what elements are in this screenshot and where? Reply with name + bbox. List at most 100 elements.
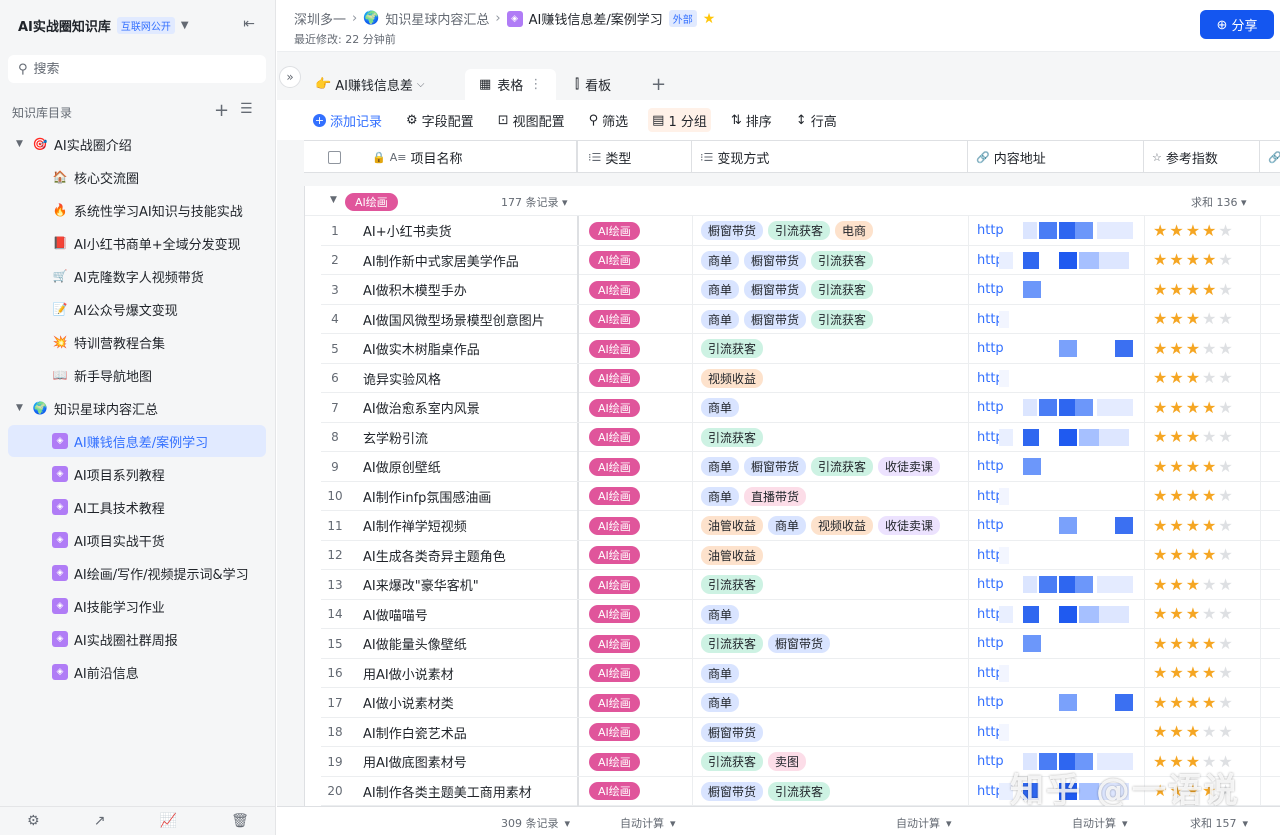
rating-star-icon[interactable]: ★ bbox=[1169, 724, 1183, 740]
cell-type[interactable]: AI绘画 bbox=[581, 511, 693, 540]
cell-url[interactable]: http bbox=[969, 304, 1145, 334]
list-options-icon[interactable]: ☰ bbox=[240, 101, 253, 117]
cell-type[interactable]: AI绘画 bbox=[581, 540, 693, 570]
url-text[interactable]: http bbox=[977, 577, 1004, 592]
view-config-button[interactable]: ⊡ 视图配置 bbox=[494, 108, 569, 132]
rating-star-icon[interactable]: ★ bbox=[1153, 576, 1167, 593]
star-icon[interactable]: ★ bbox=[703, 11, 716, 27]
url-text[interactable]: http bbox=[977, 754, 1004, 769]
sidebar-item[interactable]: ▼ 🌍 知识星球内容汇总 bbox=[16, 392, 266, 424]
rating-star-icon[interactable]: ★ bbox=[1202, 281, 1216, 298]
rating-star-icon[interactable]: ★ bbox=[1186, 458, 1200, 475]
rating-star-icon[interactable]: ★ bbox=[1202, 252, 1216, 268]
rating-star-icon[interactable]: ★ bbox=[1169, 281, 1183, 298]
cell-url[interactable]: http bbox=[969, 363, 1145, 393]
column-header-url[interactable]: 🔗 内容地址 bbox=[968, 141, 1144, 173]
rating-star-icon[interactable]: ★ bbox=[1186, 576, 1200, 593]
cell-rating[interactable]: ★ ★ ★ ★ ★ bbox=[1145, 511, 1261, 540]
sidebar-item[interactable]: ▼ 🎯 AI实战圈介绍 bbox=[16, 128, 266, 160]
rating-star-icon[interactable]: ★ bbox=[1218, 281, 1232, 298]
cell-methods[interactable]: 引流获客 卖图 bbox=[693, 747, 969, 776]
rating-star-icon[interactable]: ★ bbox=[1153, 606, 1167, 622]
column-header-more[interactable]: 🔗 bbox=[1260, 141, 1280, 173]
footer-records[interactable]: 309 条记录 ▾ bbox=[501, 815, 570, 831]
cell-methods[interactable]: 油管收益 bbox=[693, 540, 969, 570]
sidebar-item[interactable]: ◈ AI项目系列教程 bbox=[8, 458, 266, 490]
rating-star-icon[interactable]: ★ bbox=[1186, 606, 1200, 622]
table-row[interactable]: 7 AI做治愈系室内风景 AI绘画 商单 http ★ ★ ★ ★ ★ bbox=[321, 393, 1280, 423]
rating-star-icon[interactable]: ★ bbox=[1153, 370, 1167, 386]
sidebar-item[interactable]: ◈ AI工具技术教程 bbox=[8, 491, 266, 523]
rating-star-icon[interactable]: ★ bbox=[1186, 399, 1200, 416]
cell-rating[interactable]: ★ ★ ★ ★ ★ bbox=[1145, 658, 1261, 688]
sidebar-item[interactable]: 💥 特训营教程合集 bbox=[8, 326, 266, 358]
table-row[interactable]: 12 AI生成各类奇异主题角色 AI绘画 油管收益 http ★ ★ ★ ★ ★ bbox=[321, 540, 1280, 570]
url-text[interactable]: http bbox=[977, 400, 1004, 415]
rating-star-icon[interactable]: ★ bbox=[1169, 606, 1183, 622]
cell-methods[interactable]: 引流获客 bbox=[693, 570, 969, 599]
rating-star-icon[interactable]: ★ bbox=[1153, 488, 1167, 504]
group-button[interactable]: ▤ 1 分组 bbox=[648, 108, 711, 132]
cell-url[interactable]: http bbox=[969, 275, 1145, 304]
rating-star-icon[interactable]: ★ bbox=[1169, 576, 1183, 593]
rating-star-icon[interactable]: ★ bbox=[1169, 370, 1183, 386]
cell-project-name[interactable]: AI制作白瓷艺术品 bbox=[349, 717, 579, 747]
url-text[interactable]: http bbox=[977, 223, 1004, 238]
rating-star-icon[interactable]: ★ bbox=[1186, 429, 1200, 445]
rating-star-icon[interactable]: ★ bbox=[1218, 724, 1232, 740]
rating-star-icon[interactable]: ★ bbox=[1169, 340, 1183, 357]
cell-rating[interactable]: ★ ★ ★ ★ ★ bbox=[1145, 629, 1261, 658]
cell-rating[interactable]: ★ ★ ★ ★ ★ bbox=[1145, 452, 1261, 481]
rating-star-icon[interactable]: ★ bbox=[1169, 252, 1183, 268]
sidebar-item[interactable]: 📝 AI公众号爆文变现 bbox=[8, 293, 266, 325]
tab-table[interactable]: ▦ 表格 ⋮ bbox=[465, 69, 557, 100]
rating-star-icon[interactable]: ★ bbox=[1218, 222, 1232, 239]
rating-star-icon[interactable]: ★ bbox=[1153, 635, 1167, 652]
rating-star-icon[interactable]: ★ bbox=[1169, 311, 1183, 327]
share-out-icon[interactable]: ↗ bbox=[94, 813, 106, 829]
cell-project-name[interactable]: AI做国风微型场景模型创意图片 bbox=[349, 304, 579, 334]
rating-star-icon[interactable]: ★ bbox=[1202, 429, 1216, 445]
cell-url[interactable]: http bbox=[969, 334, 1145, 363]
table-row[interactable]: 13 AI来爆改"豪华客机" AI绘画 引流获客 http ★ ★ ★ ★ ★ bbox=[321, 570, 1280, 600]
cell-project-name[interactable]: 用AI做底图素材号 bbox=[349, 747, 579, 776]
rating-star-icon[interactable]: ★ bbox=[1153, 429, 1167, 445]
rating-star-icon[interactable]: ★ bbox=[1202, 399, 1216, 416]
rating-star-icon[interactable]: ★ bbox=[1202, 488, 1216, 504]
rating-star-icon[interactable]: ★ bbox=[1153, 252, 1167, 268]
footer-auto-calc[interactable]: 自动计算 ▾ bbox=[1072, 815, 1128, 831]
cell-project-name[interactable]: AI制作infp氛围感油画 bbox=[349, 481, 579, 511]
cell-methods[interactable]: 引流获客 bbox=[693, 334, 969, 363]
rating-star-icon[interactable]: ★ bbox=[1153, 724, 1167, 740]
rating-star-icon[interactable]: ★ bbox=[1202, 694, 1216, 711]
sidebar-item[interactable]: 🛒 AI克隆数字人视频带货 bbox=[8, 260, 266, 292]
rating-star-icon[interactable]: ★ bbox=[1202, 311, 1216, 327]
search-box[interactable]: ⚲ bbox=[8, 55, 266, 83]
breadcrumb-item[interactable]: 深圳多一 bbox=[294, 9, 346, 28]
cell-project-name[interactable]: AI做原创壁纸 bbox=[349, 452, 579, 481]
breadcrumb-item[interactable]: 知识星球内容汇总 bbox=[385, 9, 489, 28]
cell-url[interactable]: http bbox=[969, 511, 1145, 540]
rating-star-icon[interactable]: ★ bbox=[1169, 665, 1183, 681]
url-text[interactable]: http bbox=[977, 636, 1004, 651]
sidebar-item[interactable]: ◈ AI项目实战干货 bbox=[8, 524, 266, 556]
row-height-button[interactable]: ↕ 行高 bbox=[792, 108, 841, 132]
url-text[interactable]: http bbox=[977, 341, 1004, 356]
rating-star-icon[interactable]: ★ bbox=[1153, 547, 1167, 563]
group-header[interactable]: ▼ AI绘画 177 条记录 ▾ 求和 136 ▾ bbox=[305, 186, 1280, 216]
rating-star-icon[interactable]: ★ bbox=[1169, 399, 1183, 416]
table-row[interactable]: 8 玄学粉引流 AI绘画 引流获客 http ★ ★ ★ ★ ★ bbox=[321, 422, 1280, 452]
table-row[interactable]: 9 AI做原创壁纸 AI绘画 商单 橱窗带货 引流获客 收徒卖课 http ★ ★ ★ ★ ★ bbox=[321, 452, 1280, 482]
search-input[interactable] bbox=[33, 61, 234, 77]
rating-star-icon[interactable]: ★ bbox=[1186, 488, 1200, 504]
rating-star-icon[interactable]: ★ bbox=[1153, 340, 1167, 357]
cell-url[interactable]: http bbox=[969, 629, 1145, 658]
column-header-methods[interactable]: ⁝☰ 变现方式 bbox=[692, 141, 968, 173]
stats-icon[interactable]: 📈 bbox=[160, 813, 177, 829]
field-config-button[interactable]: ⚙ 字段配置 bbox=[402, 108, 478, 132]
cell-project-name[interactable]: AI做治愈系室内风景 bbox=[349, 393, 579, 422]
cell-url[interactable]: http bbox=[969, 570, 1145, 599]
cell-rating[interactable]: ★ ★ ★ ★ ★ bbox=[1145, 363, 1261, 393]
cell-methods[interactable]: 商单 bbox=[693, 658, 969, 688]
table-row[interactable]: 1 AI+小红书卖货 AI绘画 橱窗带货 引流获客 电商 http ★ ★ ★ ★ ★ bbox=[321, 216, 1280, 246]
